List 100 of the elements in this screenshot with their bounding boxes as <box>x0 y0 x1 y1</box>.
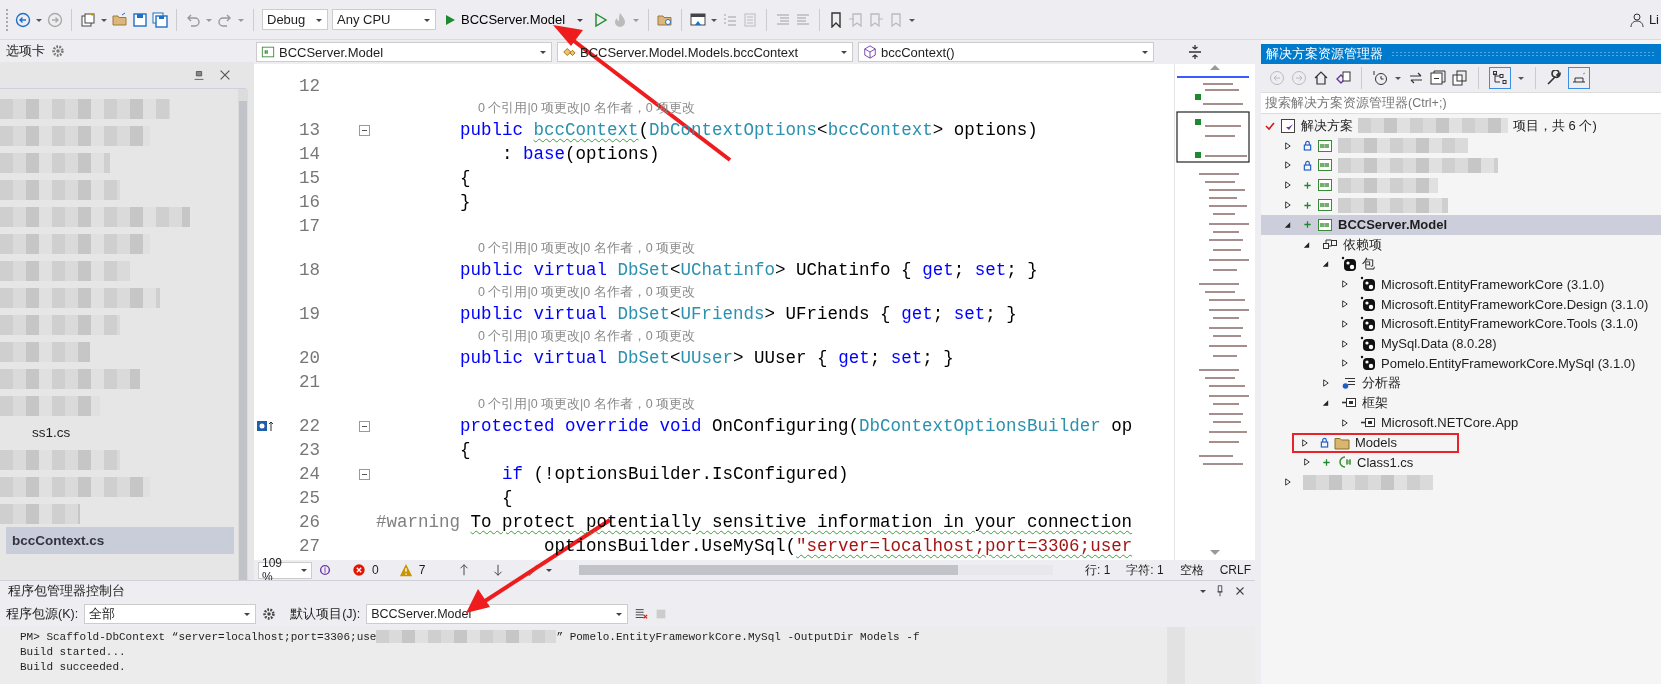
csharp-project-icon <box>1317 197 1333 214</box>
collapsed-icon[interactable] <box>1283 477 1292 488</box>
collapse-icon[interactable] <box>359 420 370 432</box>
back-icon[interactable] <box>15 11 31 28</box>
code-line: public virtual DbSet<UUser> UUser { get; set; } <box>459 348 954 368</box>
close-icon[interactable] <box>218 68 232 82</box>
collapsed-icon[interactable] <box>1283 200 1292 211</box>
clear-console-icon[interactable] <box>634 607 649 621</box>
history-icon[interactable] <box>1372 70 1388 86</box>
line-number: 22 <box>298 416 320 436</box>
codelens-text[interactable]: 0 个引用|0 项更改|0 名作者，0 项更改 <box>478 395 696 413</box>
live-share-button[interactable]: Li <box>1648 12 1659 27</box>
caret-icon[interactable] <box>545 566 554 574</box>
default-project-select[interactable]: BCCServer.Model <box>366 604 629 624</box>
preview-icon[interactable] <box>1568 67 1590 89</box>
tree-row[interactable]: 分析器 <box>1261 373 1661 394</box>
codelens-text[interactable]: 0 个引用|0 项更改|0 名作者，0 项更改 <box>478 239 696 257</box>
tree-row[interactable]: 包 <box>1261 254 1661 275</box>
collapsed-icon[interactable] <box>1340 279 1349 290</box>
indent-mode[interactable]: 空格 <box>1179 561 1204 579</box>
settings-icon[interactable] <box>51 44 65 58</box>
collapsed-icon[interactable] <box>1300 437 1309 448</box>
tree-row[interactable]: MySql.Data (8.0.28) <box>1261 333 1661 354</box>
tree-row[interactable]: Pomelo.EntityFrameworkCore.MySql (3.1.0) <box>1261 353 1661 374</box>
copy-icon[interactable] <box>1452 70 1468 86</box>
solution-label[interactable]: 解决方案 <box>1301 116 1353 135</box>
tree-row[interactable]: Models <box>1261 432 1661 453</box>
line-number: 12 <box>298 76 320 96</box>
codelens-text[interactable]: 0 个引用|0 项更改|0 名作者，0 项更改 <box>478 283 696 301</box>
horizontal-scrollbar[interactable] <box>579 565 1053 575</box>
folder-icon[interactable] <box>112 11 128 28</box>
file-item[interactable]: ss1.cs <box>0 419 234 446</box>
collapse-all-icon[interactable] <box>1430 70 1446 86</box>
wrench-icon[interactable] <box>1546 70 1562 86</box>
caret-icon[interactable] <box>1394 74 1402 82</box>
line-number: 26 <box>298 512 320 532</box>
line-number: 20 <box>298 348 320 368</box>
save-all-icon[interactable] <box>152 11 168 28</box>
line-number: 19 <box>298 304 320 324</box>
error-icon[interactable] <box>352 563 366 577</box>
search-field[interactable]: 搜索解决方案资源管理器(Ctrl+;) <box>1261 92 1661 114</box>
save-icon[interactable] <box>132 11 148 28</box>
expanded-icon[interactable] <box>1321 259 1330 270</box>
health-icon[interactable] <box>318 563 332 577</box>
tree-label: Microsoft.EntityFrameworkCore (3.1.0) <box>1381 276 1605 292</box>
tree-row[interactable]: 依赖项 <box>1261 234 1661 255</box>
collapsed-icon[interactable] <box>1321 378 1330 389</box>
configuration-select[interactable]: Debug <box>262 9 328 30</box>
expanded-icon[interactable] <box>1321 398 1330 409</box>
split-window-icon[interactable] <box>1187 44 1203 60</box>
package-icon <box>1360 355 1376 372</box>
csharp-project-icon <box>1317 216 1333 233</box>
collapsed-icon[interactable] <box>1340 338 1349 349</box>
tree-row[interactable]: Microsoft.EntityFrameworkCore.Tools (3.1.0) <box>1261 313 1661 334</box>
tree-view-icon[interactable] <box>1489 67 1511 89</box>
code-line: protected override void OnConfiguring(DbContextOptionsBuilder op <box>459 416 1133 436</box>
tree-label: Microsoft.EntityFrameworkCore.Design (3.1.0) <box>1381 296 1649 312</box>
sync-icon[interactable] <box>1408 70 1424 86</box>
play-icon[interactable] <box>592 11 609 28</box>
tree-row[interactable]: Microsoft.EntityFrameworkCore.Design (3.1.0) <box>1261 294 1661 314</box>
home-icon[interactable] <box>1313 70 1329 86</box>
window-icon[interactable] <box>690 11 707 28</box>
collapsed-icon[interactable] <box>1340 358 1349 369</box>
line-ending[interactable]: CRLF <box>1219 563 1251 577</box>
tree-row[interactable]: Microsoft.EntityFrameworkCore (3.1.0) <box>1261 274 1661 295</box>
collapsed-icon[interactable] <box>1283 180 1292 191</box>
code-line: { <box>459 440 471 460</box>
platform-select[interactable]: Any CPU <box>332 9 436 30</box>
package-source-select[interactable]: 全部 <box>84 604 257 624</box>
codelens-text[interactable]: 0 个引用|0 项更改|0 名作者，0 项更改 <box>478 327 696 345</box>
start-button[interactable]: BCCServer.Model <box>440 10 589 29</box>
collapsed-icon[interactable] <box>1340 417 1349 428</box>
collapse-icon[interactable] <box>359 124 370 136</box>
collapse-icon[interactable] <box>359 468 370 480</box>
caret-icon[interactable] <box>1517 74 1525 82</box>
scrollbar[interactable] <box>238 89 248 580</box>
collapsed-icon[interactable] <box>1302 457 1311 468</box>
analyzer-icon <box>1341 375 1357 392</box>
collapsed-icon[interactable] <box>1283 160 1292 171</box>
tree-row[interactable]: Microsoft.NETCore.App <box>1261 412 1661 433</box>
file-item[interactable]: bccContext.cs <box>6 527 234 554</box>
collapsed-icon[interactable] <box>1340 318 1349 329</box>
tree-row[interactable]: Class1.cs <box>1261 452 1661 473</box>
tree-row[interactable]: BCCServer.Model <box>1261 215 1661 235</box>
code-line: { <box>459 168 471 188</box>
override-marker-icon[interactable] <box>256 420 274 432</box>
person-icon[interactable] <box>1628 11 1645 28</box>
tree-label: 框架 <box>1362 394 1388 413</box>
switch-views-icon[interactable] <box>1335 70 1351 86</box>
member-dropdown[interactable]: bccContext() <box>858 42 1154 62</box>
settings-icon[interactable] <box>262 607 277 621</box>
tree-row[interactable]: 框架 <box>1261 393 1661 413</box>
caret-icon[interactable] <box>1199 587 1207 595</box>
pin-icon[interactable] <box>192 68 206 82</box>
new-project-icon[interactable] <box>80 11 96 28</box>
collapsed-icon[interactable] <box>1283 140 1292 151</box>
project-dropdown[interactable]: BCCServer.Model <box>256 42 552 62</box>
collapsed-icon[interactable] <box>1340 299 1349 310</box>
line-number: 21 <box>298 372 320 392</box>
code-line: public virtual DbSet<UChatinfo> UChatinfo { get; set; } <box>459 260 1038 280</box>
